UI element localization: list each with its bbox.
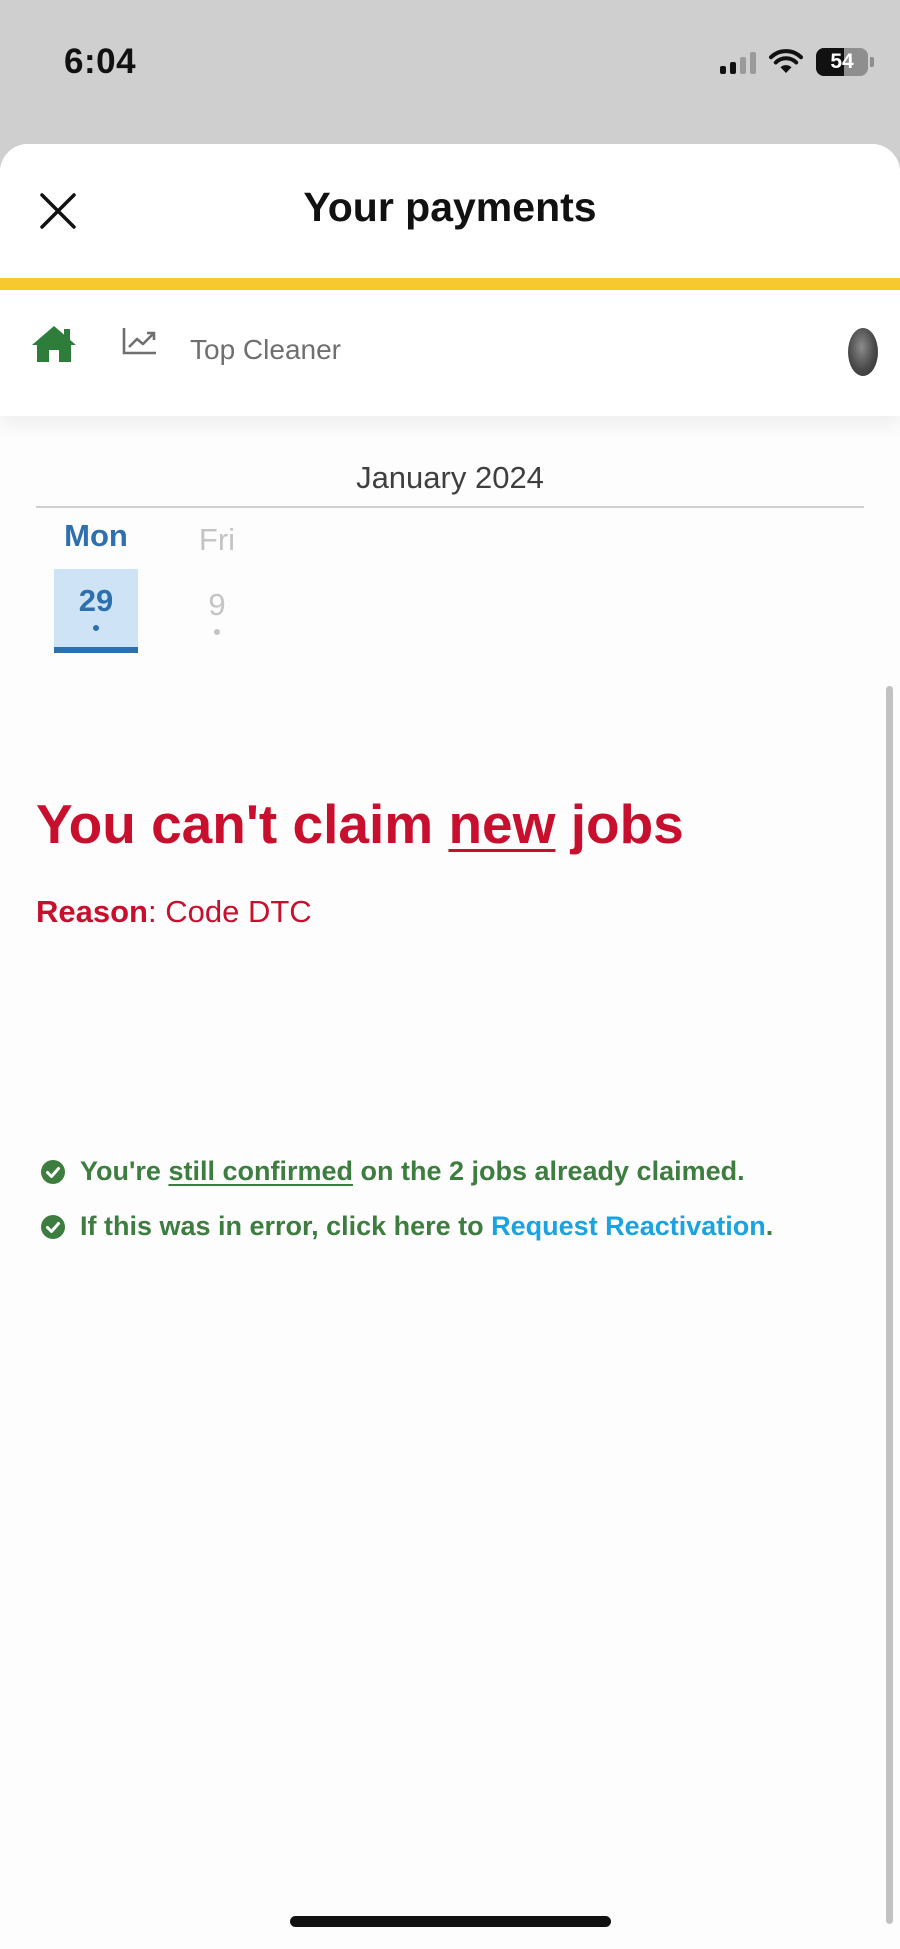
reactivation-note: If this was in error, click here to Requ… xyxy=(40,1211,773,1242)
status-bar: 6:04 54 xyxy=(0,0,900,140)
reason-value: Code DTC xyxy=(165,894,312,929)
confirmed-jobs-note: You're still confirmed on the 2 jobs alr… xyxy=(40,1156,745,1187)
day-number: 29 xyxy=(78,583,114,618)
month-label: January 2024 xyxy=(356,460,544,495)
trending-chart-icon xyxy=(122,328,156,355)
month-divider xyxy=(36,506,864,508)
status-icons: 54 xyxy=(720,48,874,76)
page-title: Your payments xyxy=(303,184,597,230)
status-time: 6:04 xyxy=(64,42,137,81)
check-circle-icon xyxy=(41,1214,65,1239)
home-indicator[interactable] xyxy=(290,1916,611,1927)
stats-button[interactable] xyxy=(122,326,158,361)
signal-icon xyxy=(720,50,756,74)
nav-label-top-cleaner[interactable]: Top Cleaner xyxy=(190,334,341,366)
check-circle-icon xyxy=(41,1159,65,1184)
claim-restriction-title: You can't claim new jobs xyxy=(36,793,684,855)
day-number: 9 xyxy=(208,587,226,622)
calendar-day[interactable]: Fri 9 xyxy=(175,522,259,651)
reason-label: Reason xyxy=(36,894,148,929)
restriction-reason: Reason: Code DTC xyxy=(36,894,312,929)
wifi-icon xyxy=(769,49,803,73)
payments-sheet: Your payments Top Cleaner January 2024 M… xyxy=(0,144,900,1949)
top-nav: Top Cleaner xyxy=(0,290,900,416)
sheet-header: Your payments xyxy=(0,144,900,278)
emphasis-new: new xyxy=(448,793,556,855)
scrollbar[interactable] xyxy=(886,686,893,1924)
day-number-box: 9 xyxy=(175,573,259,651)
request-reactivation-link[interactable]: Request Reactivation xyxy=(491,1211,766,1241)
accent-divider xyxy=(0,278,900,290)
home-button[interactable] xyxy=(30,324,78,369)
battery-level: 54 xyxy=(830,50,854,73)
event-dot xyxy=(214,629,220,635)
battery-icon: 54 xyxy=(816,48,868,76)
event-dot xyxy=(93,625,99,631)
weekday-label: Fri xyxy=(198,522,236,557)
weekday-label: Mon xyxy=(64,518,128,553)
day-number-box: 29 xyxy=(54,569,138,653)
avatar[interactable] xyxy=(848,328,878,376)
home-icon xyxy=(32,326,76,362)
calendar-day-selected[interactable]: Mon 29 xyxy=(54,518,138,653)
still-confirmed-emphasis: still confirmed xyxy=(168,1156,353,1186)
